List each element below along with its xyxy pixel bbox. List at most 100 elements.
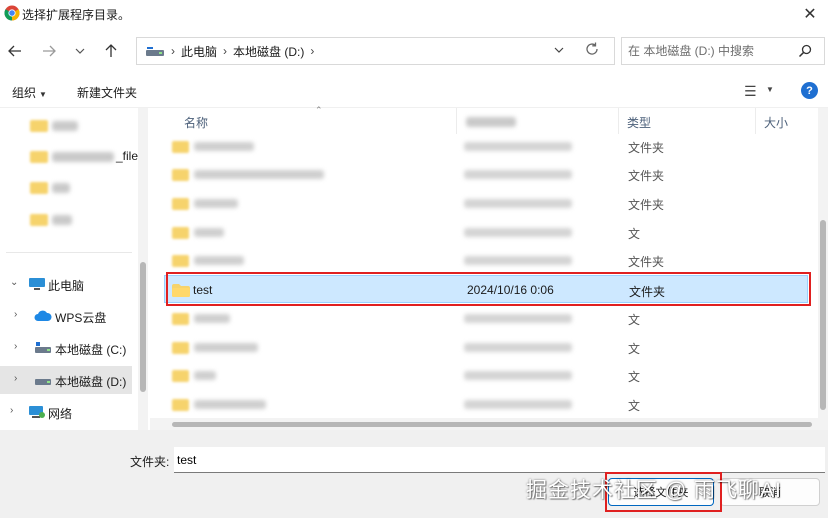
blurred-date — [464, 199, 572, 208]
horizontal-scrollbar-thumb[interactable] — [172, 422, 812, 427]
address-dropdown-button[interactable] — [553, 44, 565, 59]
file-row[interactable]: 文件夹 — [164, 160, 808, 188]
column-divider[interactable] — [755, 108, 756, 134]
file-row[interactable]: 文 — [164, 304, 808, 332]
nav-item-this-pc[interactable]: ⌄ 此电脑 — [0, 270, 132, 298]
organize-label: 组织 — [12, 86, 37, 100]
search-box[interactable] — [621, 37, 825, 65]
network-icon — [29, 406, 45, 418]
blurred-date — [464, 142, 572, 151]
forward-button[interactable] — [36, 38, 62, 64]
up-button[interactable] — [98, 38, 124, 64]
blurred-date — [464, 400, 572, 409]
file-type: 文件夹 — [628, 255, 665, 269]
blurred-filename — [194, 314, 230, 323]
crumb-drive-d[interactable]: 本地磁盘 (D:) — [233, 43, 304, 60]
sort-up-icon: ⌃ — [315, 105, 323, 115]
search-icon[interactable] — [798, 44, 812, 58]
arrow-up-icon — [105, 44, 117, 57]
blurred-filename — [194, 170, 324, 179]
column-header-type[interactable]: 类型 — [627, 114, 651, 131]
search-input[interactable] — [628, 44, 788, 58]
crumb-separator: › — [223, 44, 228, 58]
file-type: 文 — [628, 399, 641, 413]
view-options-icon[interactable]: ☰ — [744, 83, 757, 100]
chevron-down-icon — [75, 48, 85, 54]
blurred-date — [464, 170, 572, 179]
blurred-label — [52, 152, 114, 162]
annotation-box-selected-row — [166, 272, 811, 306]
blurred-date — [464, 343, 572, 352]
nav-item-label: WPS云盘 — [55, 311, 107, 325]
window-title: 选择扩展程序目录。 — [22, 8, 131, 22]
blurred-label — [52, 215, 72, 225]
nav-item-label: 此电脑 — [48, 279, 85, 293]
caret-down-icon[interactable]: ▼ — [766, 85, 774, 94]
nav-item-label: 本地磁盘 (C:) — [55, 343, 127, 357]
crumb-separator: › — [171, 44, 175, 58]
folder-name-field[interactable] — [174, 447, 825, 473]
chevron-right-icon[interactable]: › — [14, 341, 17, 352]
chevron-right-icon[interactable]: › — [10, 405, 13, 416]
blurred-filename — [194, 371, 216, 380]
nav-divider — [6, 252, 132, 253]
file-row[interactable]: 文 — [164, 361, 808, 389]
recent-locations-button[interactable] — [67, 38, 93, 64]
file-type: 文件夹 — [628, 141, 665, 155]
arrow-right-icon — [43, 45, 56, 57]
organize-button[interactable]: 组织 ▼ — [12, 84, 47, 101]
title-bar: 选择扩展程序目录。 ✕ — [0, 0, 828, 28]
nav-item-network[interactable]: › 网络 — [0, 398, 132, 426]
folder-icon — [172, 227, 189, 239]
nav-item-drive-c[interactable]: › 本地磁盘 (C:) — [0, 334, 132, 362]
file-row[interactable]: 文件夹 — [164, 132, 808, 160]
blurred-column-header — [466, 117, 516, 127]
drive-icon — [35, 342, 51, 353]
folder-field-label: 文件夹: — [130, 455, 170, 469]
folder-icon — [172, 313, 189, 325]
folder-icon — [30, 214, 48, 226]
folder-icon — [172, 399, 189, 411]
nav-item-drive-d[interactable]: › 本地磁盘 (D:) — [0, 366, 132, 394]
nav-item-label: 网络 — [48, 407, 73, 421]
column-header-size[interactable]: 大小 — [764, 114, 788, 131]
vertical-scrollbar-thumb[interactable] — [820, 220, 826, 410]
chevron-right-icon[interactable]: › — [14, 309, 17, 320]
address-bar[interactable]: › 此电脑 › 本地磁盘 (D:) › — [136, 37, 615, 65]
computer-icon — [29, 278, 45, 290]
column-header-row: ⌃ 名称 类型 大小 — [150, 105, 818, 134]
file-row[interactable]: 文 — [164, 390, 808, 418]
back-button[interactable] — [2, 38, 28, 64]
file-row[interactable]: 文 — [164, 333, 808, 361]
new-folder-button[interactable]: 新建文件夹 — [77, 84, 137, 101]
folder-icon — [172, 169, 189, 181]
blurred-label — [52, 121, 78, 131]
file-row[interactable]: 文 — [164, 218, 808, 246]
cloud-icon — [34, 310, 52, 321]
column-divider[interactable] — [618, 108, 619, 134]
blurred-date — [464, 256, 572, 265]
file-row[interactable]: 文件夹 — [164, 246, 808, 274]
refresh-button[interactable] — [584, 41, 600, 61]
column-divider[interactable] — [456, 108, 457, 134]
nav-scrollbar-thumb[interactable] — [140, 262, 146, 392]
chrome-icon — [4, 5, 20, 21]
file-row[interactable]: 文件夹 — [164, 189, 808, 217]
address-row: › 此电脑 › 本地磁盘 (D:) › — [0, 28, 828, 76]
blurred-filename — [194, 256, 244, 265]
nav-item-wps-cloud[interactable]: › WPS云盘 — [0, 302, 132, 330]
blurred-label — [52, 183, 70, 193]
blurred-date — [464, 371, 572, 380]
chevron-down-icon[interactable]: ⌄ — [10, 277, 18, 288]
drive-icon — [35, 379, 51, 385]
watermark-text: 掘金技术社区 @ 雨飞聊AI — [526, 479, 782, 502]
column-header-name[interactable]: 名称 — [184, 114, 208, 131]
file-list: ⌃ 名称 类型 大小 文件夹 文件夹 文件夹 文 文件夹 test 2024/1… — [150, 105, 828, 430]
close-button[interactable]: ✕ — [792, 0, 828, 28]
help-button[interactable]: ? — [801, 82, 818, 99]
chevron-right-icon[interactable]: › — [14, 373, 17, 384]
folder-icon — [172, 370, 189, 382]
crumb-this-pc[interactable]: 此电脑 — [181, 43, 217, 60]
caret-down-icon: ▼ — [39, 90, 47, 99]
crumb-separator: › — [310, 44, 315, 58]
